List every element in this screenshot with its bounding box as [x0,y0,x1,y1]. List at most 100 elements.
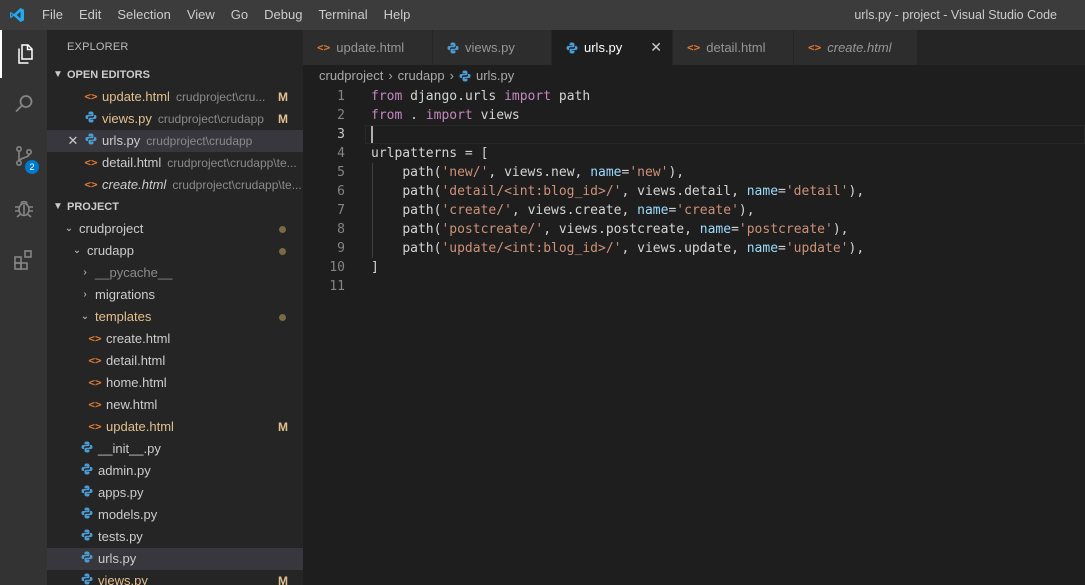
tree-item-label: detail.html [106,353,166,368]
python-file-icon [83,130,99,152]
files-icon [17,44,33,64]
tab-label: urls.py [584,40,623,55]
code-text: path('new/', views.new, name='new'), [402,165,685,180]
python-file-icon [83,108,99,130]
tree-file[interactable]: <> update.html M [47,416,303,438]
tab-update-html[interactable]: <> update.html [303,30,433,65]
open-editor-item[interactable]: <> detail.html crudproject\crudapp\te... [47,152,303,174]
tree-item-label: crudapp [87,243,134,258]
code-text: ] [371,260,379,275]
breadcrumb-item[interactable]: crudproject [319,65,383,87]
html-file-icon: <> [687,41,701,54]
breadcrumb-item[interactable]: urls.py [476,65,514,87]
tree-file[interactable]: <> detail.html [47,350,303,372]
modified-dot [279,226,286,233]
modified-dot [279,248,286,255]
tree-item-label: __init__.py [98,441,161,456]
code-text: path('postcreate/', views.postcreate, na… [402,222,849,237]
html-file-icon: <> [88,420,102,433]
tree-item-label: create.html [106,331,171,346]
python-file-icon [79,438,95,460]
extensions-activity-button[interactable] [0,236,47,284]
open-editor-name: urls.py [102,133,141,148]
code-line[interactable]: 4 urlpatterns = [ [303,144,1085,163]
html-file-icon: <> [317,41,331,54]
tree-file[interactable]: tests.py [47,526,303,548]
tree-file[interactable]: apps.py [47,482,303,504]
tab-label: detail.html [706,40,766,55]
tree-file[interactable]: <> create.html [47,328,303,350]
python-file-icon [79,526,95,548]
scm-badge: 2 [25,160,39,174]
code-line[interactable]: 7 path('create/', views.create, name='cr… [303,201,1085,220]
code-line[interactable]: 8 path('postcreate/', views.postcreate, … [303,220,1085,239]
tree-item-label: urls.py [98,551,137,566]
title-bar: File Edit Selection View Go Debug Termin… [0,0,1085,30]
tab-label: create.html [827,40,892,55]
open-editors-section-header[interactable]: ▼ OPEN EDITORS [47,64,303,86]
search-icon [14,95,32,113]
html-file-icon: <> [84,178,98,191]
close-icon[interactable]: ✕ [66,130,80,152]
code-line[interactable]: 5 path('new/', views.new, name='new'), [303,163,1085,182]
tab-label: update.html [336,40,405,55]
close-icon[interactable]: ✕ [650,39,662,56]
tree-folder[interactable]: ⌄ templates [47,306,303,328]
open-editor-name: views.py [102,111,152,126]
tab-views-py[interactable]: views.py [433,30,552,65]
tree-item-label: __pycache__ [95,265,173,280]
chevron-down-icon: ⌄ [64,223,74,234]
chevron-down-icon: ▼ [53,69,63,80]
python-file-icon [459,70,471,82]
code-line[interactable]: 3 [303,125,1085,144]
debug-activity-button[interactable] [0,184,47,232]
code-editor[interactable]: 1 from django.urls import path 2 from . imp… [303,87,1085,585]
tab-urls-py[interactable]: urls.py ✕ [552,30,673,65]
line-number: 3 [337,127,345,142]
code-text: from django.urls import path [371,89,591,104]
code-line[interactable]: 6 path('detail/<int:blog_id>/', views.de… [303,182,1085,201]
breadcrumb: crudproject › crudapp › urls.py [319,65,514,87]
code-line[interactable]: 2 from . import views [303,106,1085,125]
project-section-header[interactable]: ▼ PROJECT [47,196,303,218]
tree-file-selected[interactable]: urls.py [47,548,303,570]
tree-file[interactable]: __init__.py [47,438,303,460]
tree-file[interactable]: models.py [47,504,303,526]
chevron-right-icon: › [83,289,87,300]
tab-detail-html[interactable]: <> detail.html [673,30,794,65]
tree-item-label: tests.py [98,529,143,544]
code-line[interactable]: 9 path('update/<int:blog_id>/', views.up… [303,239,1085,258]
modified-badge: M [278,90,288,104]
python-file-icon [79,504,95,526]
open-editor-item[interactable]: views.py crudproject\crudapp M [47,108,303,130]
tab-create-html[interactable]: <> create.html [794,30,918,65]
tree-file[interactable]: <> new.html [47,394,303,416]
tree-file[interactable]: views.py M [47,570,303,585]
code-line[interactable]: 10] [303,258,1085,277]
open-editors-label: OPEN EDITORS [67,69,150,81]
code-line[interactable]: 11 [303,277,1085,296]
tree-item-label: apps.py [98,485,144,500]
breadcrumb-item[interactable]: crudapp [398,65,445,87]
open-editor-path: crudproject\crudapp\te... [167,156,297,170]
tree-file[interactable]: <> home.html [47,372,303,394]
open-editor-item-active[interactable]: ✕ urls.py crudproject\crudapp [47,130,303,152]
html-file-icon: <> [808,41,822,54]
tree-folder[interactable]: ⌄ crudproject [47,218,303,240]
tree-folder[interactable]: ⌄ crudapp [47,240,303,262]
source-control-activity-button[interactable]: 2 [0,132,47,180]
line-number: 5 [337,165,345,180]
open-editor-path: crudproject\crudapp [157,112,264,126]
modified-dot [279,314,286,321]
open-editor-item[interactable]: <> update.html crudproject\cru... M [47,86,303,108]
tree-folder[interactable]: › migrations [47,284,303,306]
line-number: 10 [329,260,345,275]
line-number: 1 [337,89,345,104]
tree-folder[interactable]: › __pycache__ [47,262,303,284]
line-number: 11 [329,279,345,294]
tree-file[interactable]: admin.py [47,460,303,482]
open-editor-item[interactable]: <> create.html crudproject\crudapp\te... [47,174,303,196]
explorer-activity-button[interactable] [0,30,47,78]
search-activity-button[interactable] [0,80,47,128]
code-line[interactable]: 1 from django.urls import path [303,87,1085,106]
